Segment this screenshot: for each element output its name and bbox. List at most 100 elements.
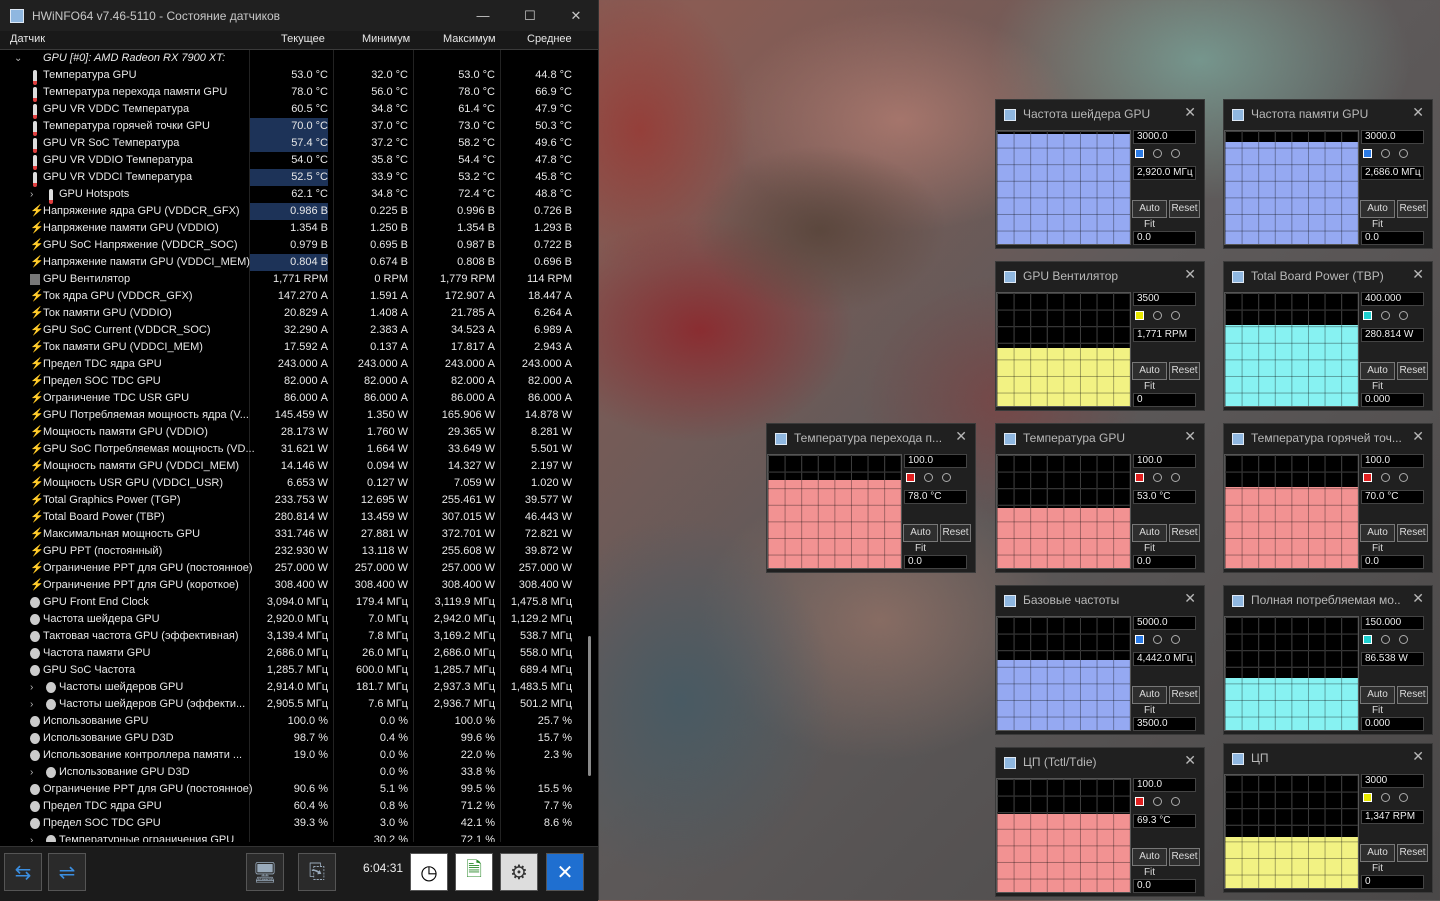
sensor-row[interactable]: Температура горячей точки GPU 70.0 °C 37.0… [0,118,578,136]
network-monitor-icon[interactable]: 🖥 [246,853,284,891]
color-swatch[interactable] [1135,473,1144,482]
sensor-graph-window[interactable]: Базовые частоты ✕ 5000.0 4,442.0 МГц Aut… [995,585,1205,735]
sensor-row[interactable]: ⚡ Предел TDC ядра GPU 243.000 А 243.000 А 24… [0,356,578,373]
reset-button[interactable]: Reset [1169,200,1200,218]
sensor-row[interactable]: › Температурные ограничения GPU 30.2 % 72.1… [0,832,578,842]
color-swatch[interactable] [1363,149,1372,158]
reset-button[interactable]: Reset [1169,686,1200,704]
autofit-button[interactable]: Auto Fit [1132,686,1167,716]
sensor-row[interactable]: Частота памяти GPU 2,686.0 МГц 26.0 МГц 2,6… [0,645,578,662]
sensor-row[interactable]: GPU SoC Частота 1,285.7 МГц 600.0 МГц 1,285… [0,662,578,679]
autofit-button[interactable]: Auto Fit [1360,200,1395,230]
graph-min-field[interactable]: 0 [1361,875,1424,889]
graph-min-field[interactable]: 0.0 [904,555,967,569]
graph-max-field[interactable]: 100.0 [1133,454,1196,468]
graph-max-field[interactable]: 400.000 [1361,292,1424,306]
radio-option[interactable] [924,473,933,482]
graph-max-field[interactable]: 100.0 [904,454,967,468]
computer-link-icon[interactable]: ⎘ [298,853,336,891]
color-swatch[interactable] [1135,311,1144,320]
graph-min-field[interactable]: 0.0 [1361,231,1424,245]
settings-gear-icon[interactable]: ⚙ [500,853,538,891]
sensor-row[interactable]: ⚡ GPU PPT (постоянный) 232.930 W 13.118 W 25… [0,543,578,560]
graph-min-field[interactable]: 0 [1133,393,1196,407]
reset-button[interactable]: Reset [1169,524,1200,542]
radio-option[interactable] [1399,149,1408,158]
graph-close-button[interactable]: ✕ [1184,428,1196,445]
sensor-row[interactable]: Предел TDC ядра GPU 60.4 % 0.8 % 71.2 % 7.7 … [0,798,578,815]
chevron-right-icon[interactable]: › [30,696,33,713]
sensor-row[interactable]: ⚡ Максимальная мощность GPU 331.746 W 27.88… [0,526,578,543]
radio-option[interactable] [1399,793,1408,802]
color-swatch[interactable] [1135,635,1144,644]
sensor-row[interactable]: ⚡ Ограничение TDC USR GPU 86.000 А 86.000 А… [0,390,578,407]
graph-close-button[interactable]: ✕ [1184,266,1196,283]
graph-close-button[interactable]: ✕ [1412,748,1424,765]
radio-option[interactable] [1399,635,1408,644]
graph-max-field[interactable]: 3000.0 [1133,130,1196,144]
clock-icon[interactable]: ◷ [410,853,448,891]
sensor-row[interactable]: ⚡ Ток ядра GPU (VDDCR_GFX) 147.270 А 1.591 … [0,288,578,305]
sensor-row[interactable]: ⚡ GPU Потребляемая мощность ядра (V... 145… [0,407,578,424]
sensor-graph-window[interactable]: ЦП ✕ 3000 1,347 RPM Auto Fit Reset 0 [1223,743,1433,893]
sensor-row[interactable]: ⚡ Ограничение PPT для GPU (постоянное) 257… [0,560,578,577]
radio-option[interactable] [1381,793,1390,802]
sensor-row[interactable]: Использование GPU 100.0 % 0.0 % 100.0 % 25.7… [0,713,578,730]
sensor-row[interactable]: Предел SOC TDC GPU 39.3 % 3.0 % 42.1 % 8.6 % [0,815,578,832]
reset-button[interactable]: Reset [1397,686,1428,704]
graph-max-field[interactable]: 100.0 [1133,778,1196,792]
log-file-icon[interactable]: 🗎 [455,853,493,891]
chevron-right-icon[interactable]: › [30,832,33,842]
close-button[interactable]: ✕ [553,0,599,31]
col-sensor[interactable]: Датчик [10,33,45,45]
sensor-row[interactable]: Температура GPU 53.0 °C 32.0 °C 53.0 °C 44.8… [0,67,578,85]
autofit-button[interactable]: Auto Fit [1360,362,1395,392]
reset-button[interactable]: Reset [940,524,971,542]
sensor-row[interactable]: › Использование GPU D3D 0.0 % 33.8 % [0,764,578,781]
graph-close-button[interactable]: ✕ [955,428,967,445]
sensor-row[interactable]: Ограничение PPT для GPU (постоянное) 90.6… [0,781,578,798]
sensor-group-gpu[interactable]: ⌄ GPU [#0]: AMD Radeon RX 7900 XT: [0,50,578,67]
reset-button[interactable]: Reset [1397,200,1428,218]
sensor-row[interactable]: › GPU Hotspots 62.1 °C 34.8 °C 72.4 °C 48.8 °… [0,186,578,204]
autofit-button[interactable]: Auto Fit [1132,524,1167,554]
nav-arrows-icon[interactable]: ⇆ [4,853,42,891]
sensor-row[interactable]: ⚡ Мощность памяти GPU (VDDIO) 28.173 W 1.76… [0,424,578,441]
color-swatch[interactable] [1363,793,1372,802]
sensor-graph-window[interactable]: GPU Вентилятор ✕ 3500 1,771 RPM Auto Fit… [995,261,1205,411]
reset-button[interactable]: Reset [1397,362,1428,380]
sensor-row[interactable]: GPU Front End Clock 3,094.0 МГц 179.4 МГц 3… [0,594,578,611]
reset-button[interactable]: Reset [1397,524,1428,542]
sensor-graph-window[interactable]: Total Board Power (TBP) ✕ 400.000 280.81… [1223,261,1433,411]
graph-close-button[interactable]: ✕ [1184,590,1196,607]
sensor-graph-window[interactable]: Температура перехода п... ✕ 100.0 78.0 °… [766,423,976,573]
graph-min-field[interactable]: 0.0 [1361,555,1424,569]
sensor-row[interactable]: ⚡ Мощность памяти GPU (VDDCI_MEM) 14.146 W… [0,458,578,475]
graph-close-button[interactable]: ✕ [1184,104,1196,121]
color-swatch[interactable] [1135,797,1144,806]
graph-max-field[interactable]: 3500 [1133,292,1196,306]
reset-button[interactable]: Reset [1169,848,1200,866]
scrollbar[interactable] [588,636,591,776]
sensor-list[interactable]: ⌄ GPU [#0]: AMD Radeon RX 7900 XT: Темпе… [0,50,578,842]
sensor-row[interactable]: GPU Вентилятор 1,771 RPM 0 RPM 1,779 RPM 114… [0,271,578,288]
sensor-row[interactable]: ⚡ Ограничение PPT для GPU (короткое) 308.4… [0,577,578,594]
sensor-row[interactable]: ⚡ GPU SoC Current (VDDCR_SOC) 32.290 А 2.38… [0,322,578,339]
sensor-row[interactable]: GPU VR SoC Температура 57.4 °C 37.2 °C 58.2… [0,135,578,153]
graph-max-field[interactable]: 100.0 [1361,454,1424,468]
graph-max-field[interactable]: 5000.0 [1133,616,1196,630]
sensor-graph-window[interactable]: Полная потребляемая мо... ✕ 150.000 86.5… [1223,585,1433,735]
sensor-row[interactable]: ⚡ Total Board Power (TBP) 280.814 W 13.459 … [0,509,578,526]
chevron-right-icon[interactable]: › [30,764,33,781]
reset-button[interactable]: Reset [1169,362,1200,380]
sensor-graph-window[interactable]: Температура горячей точ... ✕ 100.0 70.0 … [1223,423,1433,573]
radio-option[interactable] [1153,149,1162,158]
graph-close-button[interactable]: ✕ [1184,752,1196,769]
title-bar[interactable]: HWiNFO64 v7.46-5110 - Состояние датчиков… [0,0,598,31]
color-swatch[interactable] [1363,473,1372,482]
radio-option[interactable] [1153,797,1162,806]
graph-max-field[interactable]: 3000 [1361,774,1424,788]
chevron-right-icon[interactable]: › [30,186,33,203]
maximize-button[interactable]: ☐ [507,0,553,31]
radio-option[interactable] [1381,149,1390,158]
